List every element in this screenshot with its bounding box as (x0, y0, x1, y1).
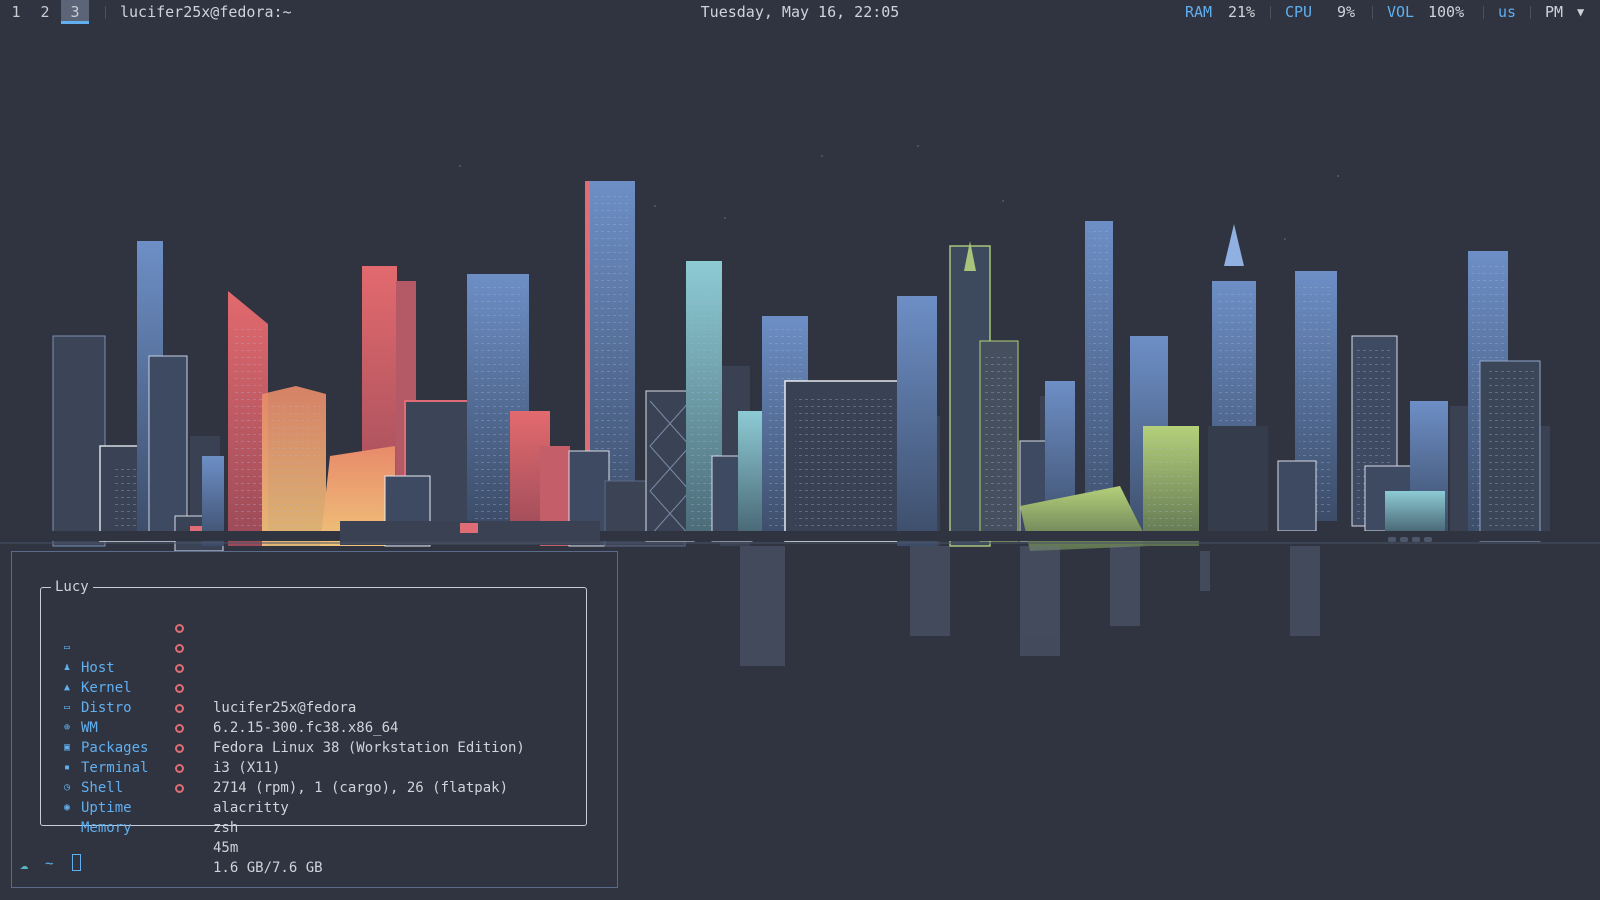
info-row-shell: ▪ Shell zsh (61, 738, 238, 836)
info-row-packages: ⊕ Packages 2714 (rpm), 1 (cargo), 26 (fl… (61, 698, 508, 796)
bar-divider (1483, 6, 1484, 19)
info-row-memory: ◉ Memory 1.6 GB/7.6 GB (61, 778, 323, 876)
info-row-distro: ▲ Distro Fedora Linux 38 (Workstation Ed… (61, 658, 525, 756)
keyboard-layout-indicator[interactable]: us (1498, 0, 1516, 24)
workspace-2-button[interactable]: 2 (31, 0, 59, 24)
bullet-icon (175, 664, 184, 673)
ram-value: 21% (1228, 3, 1256, 21)
bullet-icon (175, 684, 184, 693)
bullet-icon (175, 764, 184, 773)
cloud-icon: ☁ (20, 857, 29, 873)
info-key: Memory (81, 820, 132, 836)
memory-icon: ◉ (63, 802, 71, 813)
info-value: 45m (213, 840, 239, 856)
top-status-bar: 1 2 3 lucifer25x@fedora:~ Tuesday, May 1… (0, 0, 1600, 26)
bar-divider (1530, 6, 1531, 19)
info-value: 6.2.15-300.fc38.x86_64 (213, 720, 399, 736)
cpu-value: 9% (1337, 3, 1356, 21)
info-value: lucifer25x@fedora (213, 700, 357, 716)
info-value: 1.6 GB/7.6 GB (213, 860, 323, 876)
info-row-wm: ▭ WM i3 (X11) (61, 678, 280, 776)
bar-divider (1372, 6, 1373, 19)
volume-value[interactable]: 100% (1428, 0, 1464, 24)
workspace-1-button[interactable]: 1 (2, 0, 30, 24)
workspace-3-button[interactable]: 3 (61, 0, 89, 24)
bar-divider (1270, 6, 1271, 19)
ram-label: RAM (1185, 3, 1213, 21)
card-title: Lucy (51, 577, 93, 597)
prompt-directory: ~ (45, 856, 54, 872)
terminal-cursor[interactable] (72, 854, 81, 871)
triangle-down-icon[interactable]: ▼ (1577, 0, 1584, 24)
info-row-uptime: ◷ Uptime 45m (61, 758, 238, 856)
bullet-icon (175, 724, 184, 733)
info-row-terminal: ▣ Terminal alacritty (61, 718, 289, 816)
info-row-host: ▭ Host lucifer25x@fedora (61, 618, 356, 716)
bullet-icon (175, 624, 184, 633)
volume-label: VOL (1387, 3, 1415, 21)
bullet-icon (175, 644, 184, 653)
bullet-icon (175, 704, 184, 713)
window-title: lucifer25x@fedora:~ (120, 3, 292, 21)
ampm-indicator: PM (1545, 3, 1564, 21)
info-value: 2714 (rpm), 1 (cargo), 26 (flatpak) (213, 780, 509, 796)
info-value: zsh (213, 820, 239, 836)
bar-divider (105, 6, 106, 19)
info-value: Fedora Linux 38 (Workstation Edition) (213, 740, 525, 756)
cpu-label: CPU (1285, 3, 1313, 21)
bullet-icon (175, 744, 184, 753)
terminal-window[interactable]: Lucy ▭ Host lucifer25x@fedora ♟ Kernel 6… (11, 551, 618, 888)
info-value: alacritty (213, 800, 289, 816)
info-row-kernel: ♟ Kernel 6.2.15-300.fc38.x86_64 (61, 638, 398, 736)
info-value: i3 (X11) (213, 760, 281, 776)
bullet-icon (175, 784, 184, 793)
fetch-info-card: Lucy ▭ Host lucifer25x@fedora ♟ Kernel 6… (40, 577, 587, 876)
